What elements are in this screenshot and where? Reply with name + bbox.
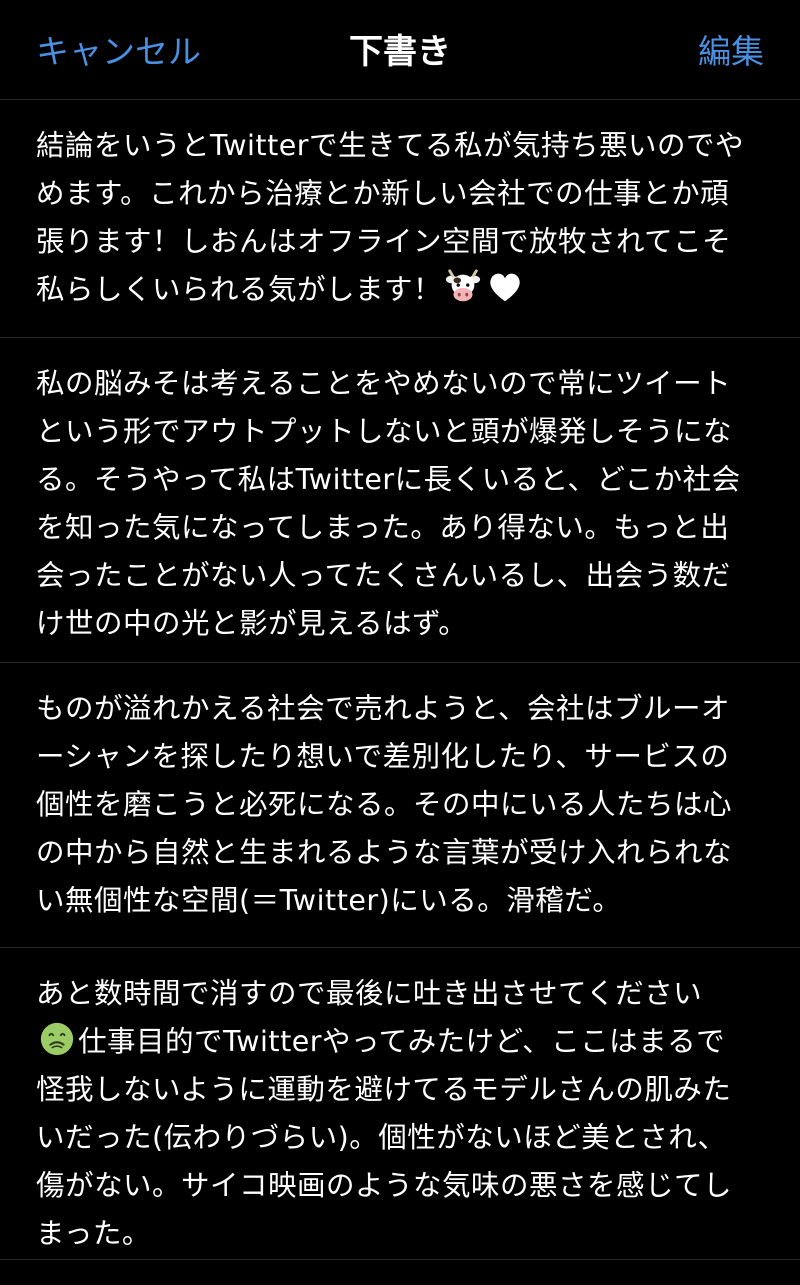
draft-text-body: 仕事目的でTwitterやってみたけど、ここはまるで 怪我しないように運動を避け… xyxy=(36,1025,733,1250)
white-heart-icon xyxy=(490,273,520,302)
nauseated-face-icon xyxy=(40,1022,74,1056)
draft-text: あと数時間で消すので最後に吐き出させてください 仕事目的でTwitterやってみ… xyxy=(36,970,766,1258)
cancel-button[interactable]: キャンセル xyxy=(36,28,201,76)
draft-item[interactable]: 私の脳みそは考えることをやめないので常にツイート という形でアウトプットしないと… xyxy=(0,338,800,663)
edit-button[interactable]: 編集 xyxy=(698,28,764,76)
cow-face-icon xyxy=(445,269,481,302)
draft-item[interactable]: ものが溢れかえる社会で売れようと、会社はブルーオ ーシャンを探したり想いで差別化… xyxy=(0,663,800,948)
draft-text: 私の脳みそは考えることをやめないので常にツイート という形でアウトプットしないと… xyxy=(36,367,741,640)
draft-text: ものが溢れかえる社会で売れようと、会社はブルーオ ーシャンを探したり想いで差別化… xyxy=(36,692,733,917)
navigation-bar: キャンセル 下書き 編集 xyxy=(0,0,800,100)
draft-text-body: 結論をいうとTwitterで生きてる私が気持ち悪いのでや めます。これから治療と… xyxy=(36,129,745,306)
draft-text-line: あと数時間で消すので最後に吐き出させてください xyxy=(36,977,703,1010)
draft-item[interactable]: あと数時間で消すので最後に吐き出させてください 仕事目的でTwitterやってみ… xyxy=(0,948,800,1260)
draft-item[interactable]: 結論をいうとTwitterで生きてる私が気持ち悪いのでや めます。これから治療と… xyxy=(0,100,800,338)
draft-text: 結論をいうとTwitterで生きてる私が気持ち悪いのでや めます。これから治療と… xyxy=(36,122,766,314)
